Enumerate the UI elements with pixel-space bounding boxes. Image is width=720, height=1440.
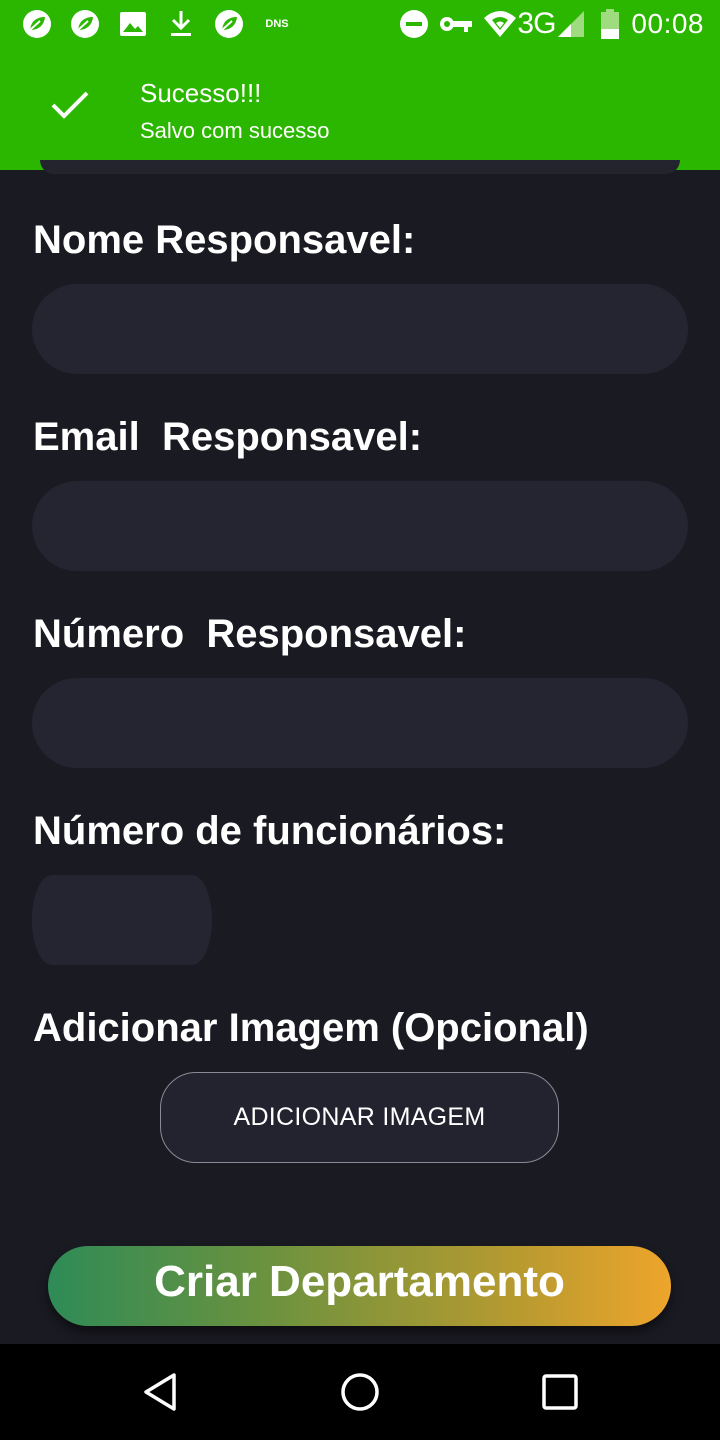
email-responsavel-input[interactable] [32, 481, 688, 571]
image-icon [118, 9, 148, 39]
system-icons: 3G 00:08 [389, 7, 704, 41]
leaf-icon [214, 9, 244, 39]
vpn-key-icon [439, 14, 473, 34]
numero-responsavel-input[interactable] [32, 678, 688, 768]
numero-responsavel-label: Número Responsavel: [33, 612, 467, 656]
battery-icon [601, 9, 620, 39]
do-not-disturb-icon [399, 9, 429, 39]
create-department-button[interactable]: Criar Departamento [48, 1246, 671, 1326]
hidden-field-edge [40, 160, 680, 174]
notification-icons: DNS [22, 9, 310, 39]
recents-icon[interactable] [538, 1370, 582, 1414]
leaf-icon [22, 9, 52, 39]
dns-icon: DNS [265, 18, 289, 30]
navigation-bar [0, 1344, 720, 1440]
clock: 00:08 [631, 8, 704, 39]
numero-funcionarios-input[interactable] [32, 875, 212, 965]
network-type: 3G [517, 7, 556, 40]
leaf-icon [70, 9, 100, 39]
status-bar: DNS 3G 00:08 [0, 0, 720, 50]
wifi-icon [483, 10, 517, 38]
numero-funcionarios-label: Número de funcionários: [33, 809, 507, 853]
add-image-button[interactable]: ADICIONAR IMAGEM [160, 1072, 559, 1163]
toast-title: Sucesso!!! [140, 78, 262, 108]
signal-icon [557, 9, 585, 39]
nome-responsavel-label: Nome Responsavel: [33, 218, 416, 262]
nome-responsavel-input[interactable] [32, 284, 688, 374]
toast-message: Salvo com sucesso [140, 118, 330, 143]
download-icon [166, 9, 196, 39]
check-icon [50, 90, 90, 125]
back-icon[interactable] [138, 1370, 182, 1414]
success-toast[interactable]: Sucesso!!! Salvo com sucesso [0, 50, 720, 170]
email-responsavel-label: Email Responsavel: [33, 415, 423, 459]
home-icon[interactable] [338, 1370, 382, 1414]
adicionar-imagem-label: Adicionar Imagem (Opcional) [33, 1006, 589, 1050]
